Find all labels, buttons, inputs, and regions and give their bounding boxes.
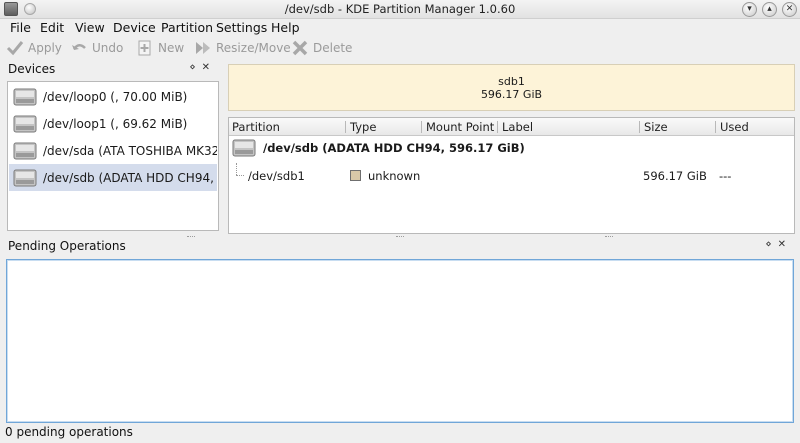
column-mount-point[interactable]: Mount Point [426, 120, 494, 134]
filesystem-color-swatch [350, 170, 361, 181]
table-row-partition[interactable]: /dev/sdb1 unknown 596.17 GiB --- [228, 163, 795, 189]
apply-icon [6, 41, 24, 56]
menu-settings[interactable]: Settings [216, 20, 267, 35]
dock-buttons[interactable]: ⋄✕ [765, 239, 792, 250]
status-text: 0 pending operations [5, 425, 133, 439]
resize-label: Resize/Move [216, 41, 291, 55]
table-row-device[interactable]: /dev/sdb (ADATA HDD CH94, 596.17 GiB) [228, 135, 795, 161]
column-size[interactable]: Size [644, 120, 668, 134]
device-item-sda[interactable]: /dev/sda (ATA TOSHIBA MK3263... [9, 137, 217, 164]
dock-buttons[interactable]: ⋄✕ [189, 62, 216, 73]
pending-operations-panel: Pending Operations ⋄✕ [0, 239, 800, 259]
column-separator[interactable] [421, 121, 422, 133]
resize-icon [196, 42, 210, 54]
resize-move-button[interactable]: Resize/Move [194, 39, 291, 57]
partition-graph-size: 596.17 GiB [480, 88, 543, 101]
undo-button[interactable]: Undo [70, 39, 123, 57]
cell-type: unknown [368, 169, 421, 183]
menu-device[interactable]: Device [113, 20, 156, 35]
device-list[interactable]: /dev/loop0 (, 70.00 MiB) /dev/loop1 (, 6… [7, 81, 219, 231]
harddisk-icon [13, 142, 37, 159]
new-label: New [158, 41, 185, 55]
menu-file[interactable]: File [10, 20, 31, 35]
device-row-label: /dev/sdb (ADATA HDD CH94, 596.17 GiB) [263, 141, 525, 155]
new-icon [138, 40, 151, 56]
device-item-loop1[interactable]: /dev/loop1 (, 69.62 MiB) [9, 110, 217, 137]
minimize-icon[interactable]: ▾ [742, 2, 757, 17]
undo-icon [72, 44, 86, 50]
window-title: /dev/sdb - KDE Partition Manager 1.0.60 [284, 2, 516, 16]
title-bar: /dev/sdb - KDE Partition Manager 1.0.60 … [0, 0, 800, 19]
device-label: /dev/sdb (ADATA HDD CH94, 59... [43, 170, 217, 185]
column-label[interactable]: Label [502, 120, 533, 134]
column-separator[interactable] [715, 121, 716, 133]
maximize-icon[interactable]: ▴ [762, 2, 777, 17]
menu-partition[interactable]: Partition [161, 20, 213, 35]
partition-graph-sdb1[interactable]: sdb1 596.17 GiB [228, 64, 795, 111]
pending-operations-list[interactable] [6, 259, 794, 423]
menu-view[interactable]: View [75, 20, 105, 35]
column-used[interactable]: Used [720, 120, 749, 134]
harddisk-icon [13, 115, 37, 132]
toolbar: Apply Undo New Resize/Move Delete [0, 37, 800, 59]
apply-button[interactable]: Apply [6, 39, 62, 57]
column-separator[interactable] [497, 121, 498, 133]
cell-used: --- [719, 169, 732, 183]
device-label: /dev/loop1 (, 69.62 MiB) [43, 116, 188, 131]
device-label: /dev/sda (ATA TOSHIBA MK3263... [43, 143, 217, 158]
device-label: /dev/loop0 (, 70.00 MiB) [43, 89, 188, 104]
menu-bar: File Edit View Device Partition Settings… [0, 19, 800, 37]
column-partition[interactable]: Partition [232, 120, 280, 134]
harddisk-icon [13, 88, 37, 105]
harddisk-icon [232, 139, 256, 157]
close-icon[interactable]: ✕ [782, 2, 797, 17]
device-item-sdb[interactable]: /dev/sdb (ADATA HDD CH94, 59... [9, 164, 217, 191]
partition-graph-name: sdb1 [498, 75, 525, 88]
device-item-loop0[interactable]: /dev/loop0 (, 70.00 MiB) [9, 83, 217, 110]
column-separator[interactable] [639, 121, 640, 133]
column-type[interactable]: Type [350, 120, 376, 134]
pending-title: Pending Operations [8, 239, 126, 253]
cell-size: 596.17 GiB [643, 169, 707, 183]
column-separator[interactable] [345, 121, 346, 133]
menu-edit[interactable]: Edit [40, 20, 64, 35]
apply-label: Apply [28, 41, 62, 55]
status-bar: 0 pending operations [0, 423, 800, 443]
cell-partition: /dev/sdb1 [248, 169, 305, 183]
table-header: Partition Type Mount Point Label Size Us… [229, 118, 794, 136]
delete-icon [292, 40, 308, 56]
delete-label: Delete [313, 41, 353, 55]
delete-button[interactable]: Delete [291, 39, 352, 57]
menu-help[interactable]: Help [271, 20, 300, 35]
harddisk-icon [13, 169, 37, 186]
new-partition-button[interactable]: New [136, 39, 184, 57]
undo-label: Undo [92, 41, 124, 55]
